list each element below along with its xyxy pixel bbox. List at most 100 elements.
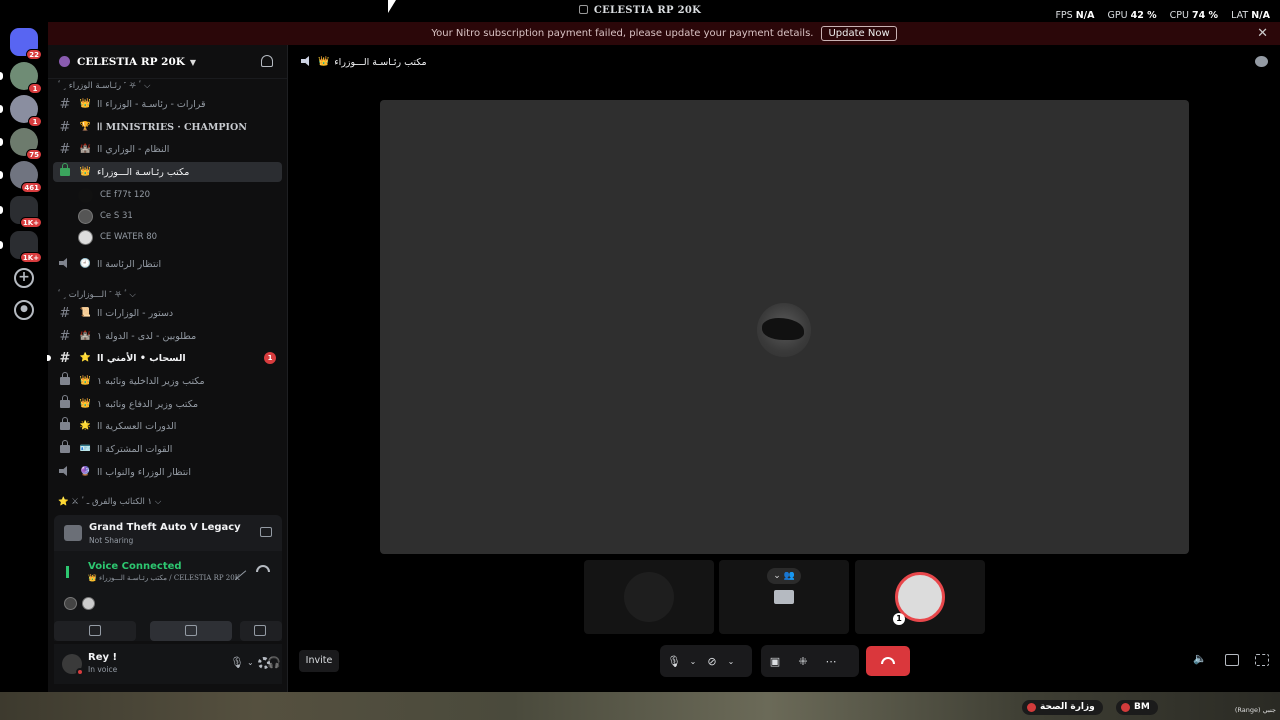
channel-emoji: 👑 (79, 399, 92, 409)
chevron-down-icon[interactable]: ⌄ (726, 657, 736, 666)
activities-icon (254, 625, 266, 636)
channel-header: 👑 مكتب رئـاسـة الـــوزراء (289, 45, 1280, 79)
mouse-cursor-icon (388, 0, 396, 13)
channel-name: مكتب وزير الدفاع ونائبه ١ (97, 398, 199, 410)
server-pip (0, 138, 3, 146)
server-icon[interactable]: 461 (0, 161, 42, 193)
call-action-controls: ▣ ⁜ ⋯ (761, 645, 859, 677)
gpu-stat: GPU 42 % (1108, 10, 1157, 21)
share-screen-icon[interactable] (260, 527, 272, 537)
voice-user-name: CE WATER 80 (100, 232, 158, 242)
disconnect-icon[interactable] (256, 565, 270, 572)
voice-user[interactable]: CE f77t 120 (78, 185, 150, 205)
voice-channel-path[interactable]: 👑 مكتب رئـاسـة الـــوزراء / CELESTIA RP … (88, 574, 240, 582)
direct-messages-icon[interactable]: 22 (10, 28, 42, 60)
focused-participant-stage[interactable] (380, 100, 1189, 554)
update-now-button[interactable]: Update Now (821, 26, 897, 41)
channel-name: انتظار الرئاسة اا (97, 258, 162, 270)
app-icon (578, 5, 588, 14)
participant-tile-camera-off[interactable]: ⌄ 👥 (719, 560, 849, 634)
server-icon[interactable]: 1 (0, 95, 42, 127)
more-icon[interactable]: ⋯ (817, 655, 845, 668)
channel-emoji: 🏰 (79, 144, 92, 154)
audio-video-controls: 🎙 ⌄ ⊘ ⌄ (660, 645, 752, 677)
chat-icon[interactable] (1255, 56, 1268, 67)
volume-icon[interactable]: 🔈 (1193, 652, 1207, 665)
channel-emoji: 👑 (318, 57, 330, 67)
text-channel[interactable]: # 🏰 النظام - الوزاري اا (53, 139, 282, 159)
disconnect-button[interactable] (866, 646, 910, 676)
user-panel: Rey ! In voice 🎙 ⌄ 🎧 (54, 644, 282, 684)
chevron-down-icon[interactable]: ⌄ (688, 657, 698, 666)
locked-channel[interactable]: 🪪 القوات المشتركة اا (53, 439, 282, 459)
explore-icon[interactable]: ● (14, 300, 34, 320)
camera-off-icon[interactable]: ⊘ (698, 655, 726, 668)
server-folder-icon[interactable]: 1K+ (0, 231, 42, 263)
speaker-icon (301, 55, 313, 69)
text-channel[interactable]: # 👑 قرارات - رئاسـة - الوزراء اا (53, 94, 282, 114)
screen-share-icon[interactable]: ▣ (761, 655, 789, 668)
hashtag-icon: # (59, 350, 71, 366)
user-name[interactable]: Rey ! (88, 652, 117, 663)
voice-connection-panel: Voice Connected 👑 مكتب رئـاسـة الـــوزرا… (54, 551, 282, 641)
participants-icon[interactable]: ⌄ 👥 (767, 568, 801, 584)
voice-channel-active[interactable]: 👑 مكتب رئـاسـة الـــوزراء (53, 162, 282, 182)
text-channel[interactable]: # 📜 دستور - الوزارات اا (53, 303, 282, 323)
avatar (78, 187, 93, 203)
activities-icon[interactable]: ⁜ (789, 655, 817, 668)
channel-emoji: 📜 (79, 308, 92, 318)
cpu-value: 74 % (1192, 10, 1219, 21)
chevron-down-icon[interactable]: ⌄ (247, 658, 254, 667)
channel-emoji: 🏰 (79, 331, 92, 341)
participant-tile[interactable]: 1 (855, 560, 985, 634)
locked-channel[interactable]: 👑 مكتب وزير الدفاع ونائبه ١ (53, 394, 282, 414)
hashtag-icon: # (59, 119, 71, 135)
server-pip (0, 206, 3, 214)
voice-channel[interactable]: 🕘 انتظار الرئاسة اا (53, 254, 282, 274)
microphone-icon[interactable]: 🎙 (660, 655, 688, 668)
category-header[interactable]: ⭐ ⚔ ١ الكتائب والفرق ـ ٴ ⌵ (58, 497, 161, 507)
server-header[interactable]: CELESTIA RP 20K ▼ (48, 45, 287, 79)
channel-emoji: 🔮 (79, 467, 92, 477)
server-pip (0, 72, 3, 80)
channel-name: القوات المشتركة اا (97, 443, 173, 455)
text-channel-unread[interactable]: # ⭐ السحاب • الأمني اا 1 (47, 348, 282, 368)
avatar (78, 208, 93, 224)
gpu-label: GPU (1107, 10, 1128, 21)
server-pip (0, 171, 3, 179)
add-user-icon[interactable] (261, 55, 273, 67)
channel-emoji: 🪪 (79, 444, 92, 454)
category-label: ⭐ ⚔ ١ الكتائب والفرق ـ ٴ ⌵ (58, 497, 162, 507)
voice-user[interactable]: CE WATER 80 (78, 227, 157, 247)
text-channel[interactable]: # 🏆 اا MINISTRIES · CHAMPION (53, 117, 282, 137)
voice-channel[interactable]: 🔮 انتظار الوزراء والنواب اا (53, 462, 282, 482)
lock-icon (56, 395, 74, 412)
game-overlay-strip: وزارة الصحة BM (Range) جنبي (0, 692, 1280, 720)
server-icon[interactable]: 75 (0, 128, 42, 160)
invite-button[interactable]: Invite (299, 650, 339, 672)
server-badge: 75 (26, 149, 42, 160)
voice-status[interactable]: Voice Connected (88, 561, 182, 572)
lat-value: N/A (1251, 10, 1270, 21)
locked-channel[interactable]: 🌟 الدورات العسكرية اا (53, 416, 282, 436)
server-folder-icon[interactable]: 1K+ (0, 196, 42, 228)
microphone-icon[interactable]: 🎙 (230, 656, 244, 669)
pop-out-icon[interactable] (1225, 654, 1239, 666)
notice-text: Your Nitro subscription payment failed, … (431, 28, 814, 39)
voice-user[interactable]: Ce S 31 (78, 206, 133, 226)
category-header[interactable]: ٴ ⛧ ˹ الـــوزارات ˼ ٴ ⌵ (58, 289, 136, 300)
camera-button[interactable] (54, 621, 136, 641)
avatar[interactable] (62, 654, 84, 676)
add-server-icon[interactable]: + (14, 268, 34, 288)
screen-share-button[interactable] (150, 621, 232, 641)
fullscreen-icon[interactable] (1255, 654, 1269, 666)
activities-button[interactable] (240, 621, 282, 641)
text-channel[interactable]: # 🏰 مطلوبين - لدى - الدولة ١ (53, 326, 282, 346)
close-icon[interactable]: ✕ (1257, 26, 1268, 41)
server-icon[interactable]: 1 (0, 62, 42, 94)
participant-tile[interactable] (584, 560, 714, 634)
locked-channel[interactable]: 👑 مكتب وزير الداخلية ونائبه ١ (53, 371, 282, 391)
window-titlebar: CELESTIA RP 20K FPS N/A GPU 42 % CPU 74 … (0, 0, 1280, 22)
category-header[interactable]: ٴ ⛧ ˹ رئـاسـة الوزراء ˼ ٴ ⌵ (58, 80, 150, 91)
gear-icon[interactable] (258, 657, 270, 669)
